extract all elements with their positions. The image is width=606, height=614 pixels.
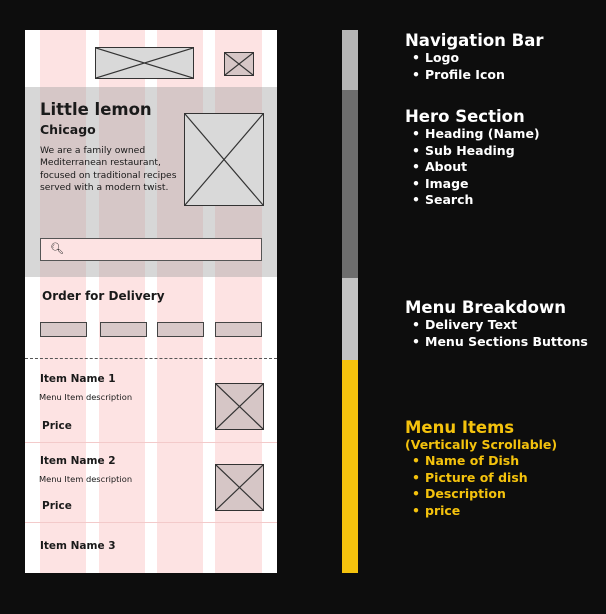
dish-image-placeholder: [215, 464, 264, 511]
legend-menu-items: Menu Items (Vertically Scrollable) Name …: [405, 418, 557, 519]
legend-item: Menu Sections Buttons: [405, 334, 588, 351]
legend-title: Navigation Bar: [405, 31, 544, 50]
legend-item: Sub Heading: [405, 143, 540, 160]
legend-item: Delivery Text: [405, 317, 588, 334]
menu-section-button[interactable]: [215, 322, 262, 337]
legend-item: About: [405, 159, 540, 176]
menu-section-button[interactable]: [100, 322, 147, 337]
search-input[interactable]: 🔍︎: [40, 238, 262, 261]
item-separator: [25, 522, 277, 523]
search-icon: 🔍︎: [50, 242, 64, 255]
item-description: Menu Item description: [39, 474, 133, 484]
menu-items-indicator: [342, 360, 358, 573]
delivery-text: Order for Delivery: [42, 289, 165, 303]
item-name: Item Name 3: [40, 540, 116, 552]
item-name: Item Name 1: [40, 373, 116, 385]
item-name: Item Name 2: [40, 455, 116, 467]
hero-section-indicator: [342, 90, 358, 278]
item-price: Price: [42, 500, 72, 512]
legend-item: Description: [405, 486, 557, 503]
legend-subtitle: (Vertically Scrollable): [405, 437, 558, 452]
legend-menu-breakdown: Menu Breakdown Delivery Text Menu Sectio…: [405, 298, 588, 350]
menu-breakdown-indicator: [342, 278, 358, 360]
legend-item: Name of Dish: [405, 453, 557, 470]
legend-title: Menu Breakdown: [405, 298, 566, 317]
legend-hero-section: Hero Section Heading (Name) Sub Heading …: [405, 107, 540, 209]
legend-item: Image: [405, 176, 540, 193]
hero-heading: Little lemon: [40, 100, 152, 119]
menu-section-button[interactable]: [40, 322, 87, 337]
nav-bar-indicator: [342, 30, 358, 90]
item-separator: [25, 442, 277, 443]
legend-item: Search: [405, 192, 540, 209]
legend-item: Logo: [405, 50, 544, 67]
wireframe-screen: Little lemon Chicago We are a family own…: [25, 30, 277, 573]
legend-title: Hero Section: [405, 107, 525, 126]
logo-placeholder: [95, 47, 194, 79]
hero-image-placeholder: [184, 113, 264, 206]
menu-section-button[interactable]: [157, 322, 204, 337]
legend-navigation-bar: Navigation Bar Logo Profile Icon: [405, 31, 544, 83]
hero-about-text: We are a family owned Mediterranean rest…: [40, 145, 177, 193]
legend-item: Picture of dish: [405, 470, 557, 487]
legend-title: Menu Items: [405, 418, 515, 437]
legend-item: Heading (Name): [405, 126, 540, 143]
legend-item: Profile Icon: [405, 67, 544, 84]
dish-image-placeholder: [215, 383, 264, 430]
section-divider: [25, 358, 277, 359]
item-price: Price: [42, 420, 72, 432]
item-description: Menu Item description: [39, 392, 133, 402]
legend-item: price: [405, 503, 557, 520]
profile-icon-placeholder: [224, 52, 254, 76]
hero-subheading: Chicago: [40, 122, 96, 137]
